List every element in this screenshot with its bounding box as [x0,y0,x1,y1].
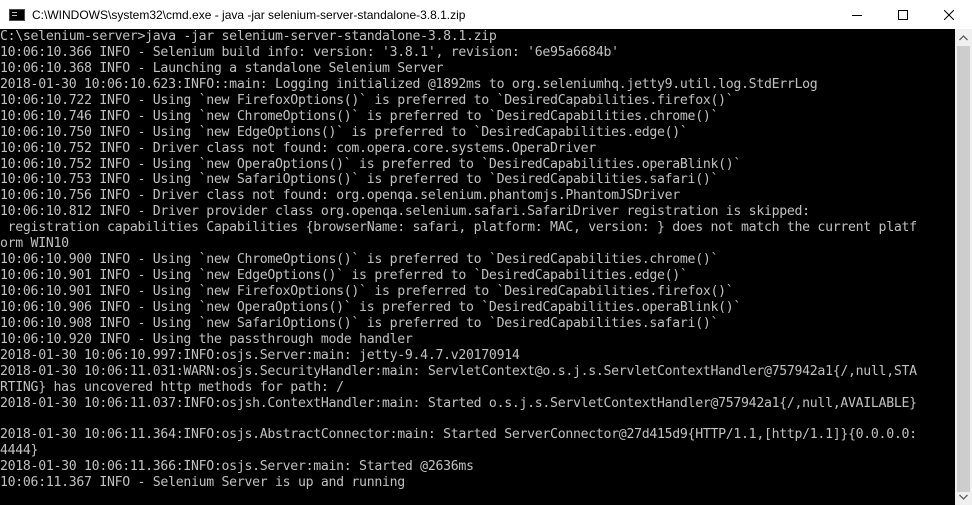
console-line: 10:06:10.722 INFO - Using `new FirefoxOp… [0,92,734,108]
caption-buttons [834,0,972,29]
minimize-button[interactable] [834,0,880,29]
maximize-button[interactable] [880,0,926,29]
scroll-down-button[interactable] [955,488,972,505]
console-line: 10:06:10.366 INFO - Selenium build info:… [0,44,619,60]
console-line: 10:06:10.812 INFO - Driver provider clas… [0,204,810,220]
chevron-down-icon [959,494,968,500]
console-line: 2018-01-30 10:06:10.997:INFO:osjs.Server… [0,347,520,363]
scrollbar-thumb[interactable] [957,46,970,492]
console-line: C:\selenium-server>java -jar selenium-se… [0,29,497,44]
console-line: 10:06:10.906 INFO - Using `new OperaOpti… [0,299,742,315]
console-line: 2018-01-30 10:06:11.031:WARN:osjs.Securi… [0,363,917,379]
close-icon [944,9,954,20]
console-line: registration capabilities Capabilities {… [0,220,917,236]
console-line: 2018-01-30 10:06:11.364:INFO:osjs.Abstra… [0,427,917,443]
console-line: 10:06:10.901 INFO - Using `new EdgeOptio… [0,268,688,284]
vertical-scrollbar[interactable] [955,29,972,505]
console-line: 2018-01-30 10:06:11.037:INFO:osjsh.Conte… [0,395,917,411]
console-line: 10:06:11.367 INFO - Selenium Server is u… [0,475,405,491]
maximize-icon [898,9,908,20]
console-line: 4444} [0,443,39,459]
chevron-up-icon [959,34,968,40]
console-line: 10:06:10.368 INFO - Launching a standalo… [0,60,444,76]
console-line: 10:06:10.908 INFO - Using `new SafariOpt… [0,315,719,331]
console-line: 2018-01-30 10:06:11.366:INFO:osjs.Server… [0,459,474,475]
console-line: 10:06:10.746 INFO - Using `new ChromeOpt… [0,108,719,124]
console-line: orm WIN10 [0,236,69,252]
console-line: 10:06:10.901 INFO - Using `new FirefoxOp… [0,284,734,299]
cmd-icon[interactable] [9,8,25,21]
console-line: 10:06:10.752 INFO - Driver class not fou… [0,140,596,156]
console-line: 10:06:10.900 INFO - Using `new ChromeOpt… [0,252,719,268]
scroll-up-button[interactable] [955,29,972,46]
console-line: 10:06:10.920 INFO - Using the passthroug… [0,331,413,347]
console-line: 2018-01-30 10:06:10.623:INFO::main: Logg… [0,76,818,92]
minimize-icon [852,14,862,16]
console-output[interactable]: C:\selenium-server>java -jar selenium-se… [0,29,955,505]
title-bar[interactable]: C:\WINDOWS\system32\cmd.exe - java -jar … [0,0,972,29]
cmd-window: C:\WINDOWS\system32\cmd.exe - java -jar … [0,0,972,505]
console-line: RTING} has uncovered http methods for pa… [0,379,344,395]
console-line: 10:06:10.756 INFO - Driver class not fou… [0,188,680,204]
console-line: 10:06:10.752 INFO - Using `new OperaOpti… [0,156,742,172]
console-line: 10:06:10.750 INFO - Using `new EdgeOptio… [0,124,688,140]
window-title: C:\WINDOWS\system32\cmd.exe - java -jar … [32,7,466,22]
console-line: 10:06:10.753 INFO - Using `new SafariOpt… [0,172,719,188]
close-button[interactable] [926,0,972,29]
